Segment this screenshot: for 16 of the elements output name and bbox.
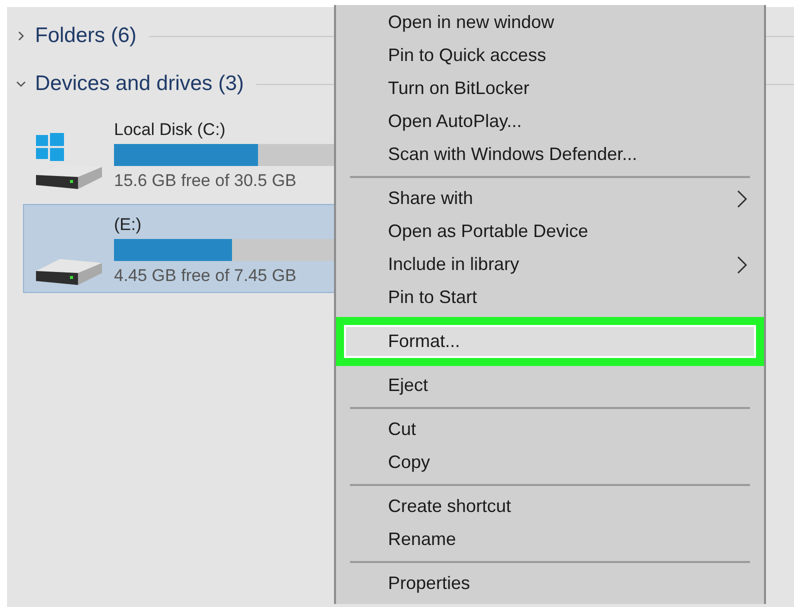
menu-item[interactable]: Pin to Quick access bbox=[336, 39, 764, 72]
menu-item[interactable]: Cut bbox=[336, 413, 764, 446]
menu-item[interactable]: Open in new window bbox=[336, 6, 764, 39]
menu-item[interactable]: Properties bbox=[336, 567, 764, 600]
group-header[interactable]: Folders (6) bbox=[35, 20, 137, 52]
menu-item[interactable]: Rename bbox=[336, 523, 764, 556]
menu-item[interactable]: Open AutoPlay... bbox=[336, 105, 764, 138]
menu-item[interactable]: Scan with Windows Defender... bbox=[336, 138, 764, 171]
menu-item[interactable]: Format... bbox=[344, 325, 756, 358]
menu-item[interactable]: Copy bbox=[336, 446, 764, 479]
menu-item[interactable]: Turn on BitLocker bbox=[336, 72, 764, 105]
free-space-text: 15.6 GB free of 30.5 GB bbox=[114, 170, 298, 192]
menu-item[interactable]: Create shortcut bbox=[336, 490, 764, 523]
group-header[interactable]: Devices and drives (3) bbox=[35, 68, 244, 100]
menu-item[interactable]: Eject bbox=[336, 369, 764, 402]
free-space-text: 4.45 GB free of 7.45 GB bbox=[114, 265, 298, 287]
